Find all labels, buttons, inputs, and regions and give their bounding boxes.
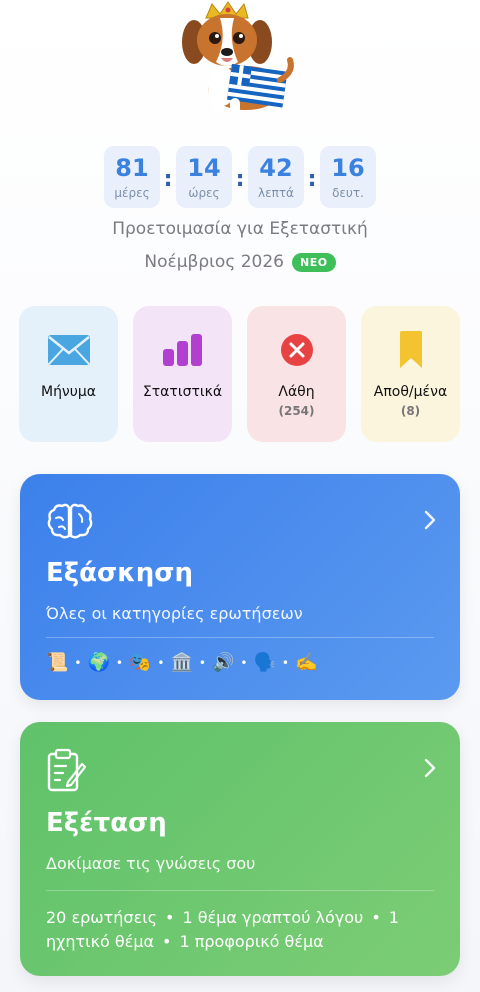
speaker-icon: 🔊: [212, 652, 235, 673]
puppy-mascot-icon: [176, 0, 306, 118]
exam-subtitle: Δοκίμασε τις γνώσεις σου: [46, 854, 256, 873]
countdown-separator: :: [163, 166, 173, 192]
statistics-tile[interactable]: Στατιστικά: [133, 306, 232, 442]
countdown-days-value: 81: [115, 154, 149, 182]
countdown-hours-unit: ώρες: [188, 186, 220, 200]
countdown-seconds: 16 δευτ.: [320, 146, 376, 208]
countdown-days-unit: μέρες: [114, 186, 150, 200]
scroll-icon: 📜: [46, 652, 69, 673]
exam-title: Εξέταση: [46, 808, 167, 838]
saved-tile[interactable]: Αποθ/μένα (8): [361, 306, 460, 442]
exam-prep-subtitle: Προετοιμασία για Εξεταστική: [112, 219, 368, 239]
practice-subtitle: Όλες οι κατηγορίες ερωτήσεων: [46, 604, 303, 623]
brain-icon: [46, 500, 94, 544]
countdown-separator: :: [235, 166, 245, 192]
countdown-seconds-unit: δευτ.: [332, 186, 364, 200]
message-tile-label: Μήνυμα: [40, 384, 96, 400]
chevron-right-icon: [424, 510, 436, 534]
countdown-separator: :: [307, 166, 317, 192]
divider: [46, 637, 434, 638]
countdown-minutes-unit: λεπτά: [258, 186, 294, 200]
saved-count: (8): [400, 404, 421, 418]
message-tile[interactable]: Μήνυμα: [19, 306, 118, 442]
new-badge: ΝΕΟ: [291, 252, 336, 272]
globe-icon: 🌍: [87, 652, 110, 673]
writing-hand-icon: ✍️: [295, 652, 318, 673]
countdown-seconds-value: 16: [331, 154, 365, 182]
countdown-minutes: 42 λεπτά: [248, 146, 304, 208]
speaking-head-icon: 🗣️: [253, 652, 276, 673]
exam-detail-oral: 1 προφορικό θέμα: [179, 932, 324, 951]
saved-tile-label: Αποθ/μένα: [373, 384, 448, 400]
divider: [46, 890, 434, 891]
exam-details: 20 ερωτήσεις • 1 θέμα γραπτού λόγου • 1 ηχητ…: [46, 908, 399, 951]
exam-session-row: Νοέμβριος 2026 ΝΕΟ: [0, 252, 480, 272]
bookmark-icon: [398, 330, 424, 370]
exam-detail-questions: 20 ερωτήσεις: [46, 908, 158, 927]
countdown-minutes-value: 42: [259, 154, 293, 182]
statistics-tile-label: Στατιστικά: [142, 384, 223, 400]
practice-card[interactable]: Εξάσκηση Όλες οι κατηγορίες ερωτήσεων 📜 …: [20, 474, 460, 700]
chevron-right-icon: [424, 758, 436, 782]
error-x-icon: [280, 330, 314, 370]
countdown-days: 81 μέρες: [104, 146, 160, 208]
envelope-icon: [47, 330, 91, 370]
clipboard-edit-icon: [46, 748, 87, 796]
classical-building-icon: 🏛️: [170, 652, 193, 673]
exam-card[interactable]: Εξέταση Δοκίμασε τις γνώσεις σου 20 ερωτ…: [20, 722, 460, 976]
exam-session-date: Νοέμβριος 2026: [144, 252, 284, 272]
bar-chart-icon: [161, 330, 205, 370]
countdown-hours-value: 14: [187, 154, 221, 182]
category-emoji-row: 📜 • 🌍 • 🎭 • 🏛️ • 🔊 • 🗣️ • ✍️: [46, 652, 318, 673]
countdown-hours: 14 ώρες: [176, 146, 232, 208]
mistakes-tile[interactable]: Λάθη (254): [247, 306, 346, 442]
exam-detail-writing: 1 θέμα γραπτού λόγου: [182, 908, 364, 927]
mistakes-tile-label: Λάθη: [278, 384, 315, 400]
practice-title: Εξάσκηση: [46, 558, 193, 588]
theater-masks-icon: 🎭: [129, 652, 152, 673]
mistakes-count: (254): [278, 404, 315, 418]
countdown-timer: 81 μέρες : 14 ώρες : 42 λεπτά : 16 δευτ.: [0, 146, 480, 208]
